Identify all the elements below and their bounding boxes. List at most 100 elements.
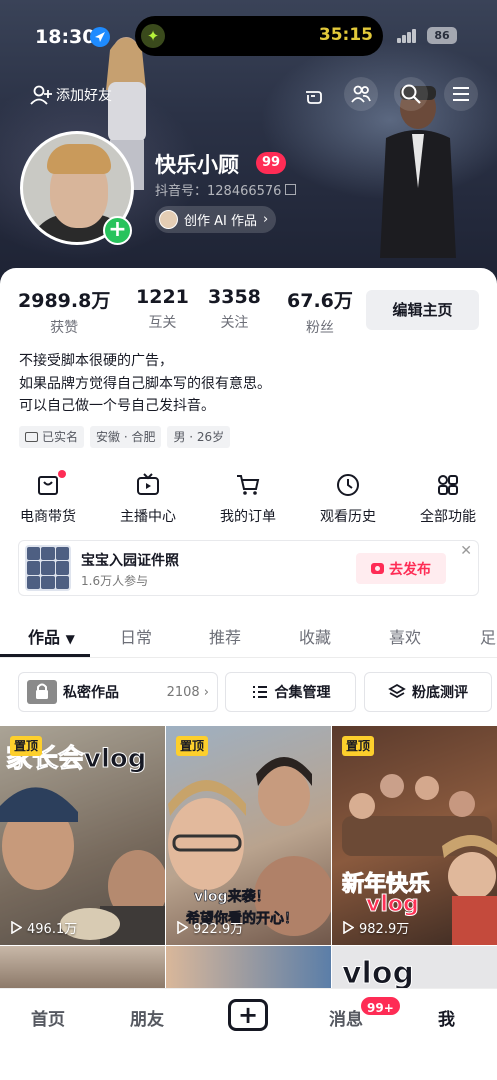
bio-line: 如果品牌方觉得自己脚本写的很有意思。 [19,375,271,392]
video-caption: vlog [342,956,415,989]
profile-card: 2989.8万 获赞 1221 互关 3358 关注 67.6万 粉丝 编辑主页… [0,268,497,988]
fan-review-label: 粉底测评 [412,685,468,701]
pinned-badge: 置顶 [342,736,375,756]
func-label: 观看历史 [320,509,376,525]
tag-verified[interactable]: 已实名 [19,426,85,448]
stat-value: 67.6万 [287,290,353,312]
close-icon[interactable]: ✕ [460,543,472,559]
profile-cover[interactable]: 18:30 ✦ 35:15 86 添加好友 + 快乐小顾 99 抖音号：1284… [0,0,497,290]
dynamic-island[interactable]: ✦ 35:15 [135,16,383,56]
stat-likes[interactable]: 2989.8万 获赞 [18,286,110,337]
search-icon [401,84,421,104]
camera-icon [371,563,384,574]
tab-recommended[interactable]: 推荐 [209,624,241,648]
battery-icon: 86 [427,27,457,44]
nav-friends[interactable]: 朋友 [130,1005,164,1030]
stat-label: 获赞 [50,320,79,336]
collections-row: 私密作品 2108 › 合集管理 粉底测评 [0,672,497,712]
bio-line: 可以自己做一个号自己发抖音。 [19,398,215,414]
func-label: 主播中心 [120,509,176,525]
private-works-count: 2108 › [166,684,209,700]
play-count: 982.9万 [342,918,409,937]
func-history[interactable]: 观看历史 [308,470,388,526]
add-friend-button[interactable]: 添加好友 [30,81,112,109]
tv-play-icon [137,473,159,495]
cart-icon [237,475,260,495]
douyin-id-text: 抖音号：128466576 [155,184,282,199]
func-label: 我的订单 [220,509,276,525]
stat-following[interactable]: 3358 关注 [208,286,261,332]
tab-likes[interactable]: 喜欢 [389,624,421,648]
func-all[interactable]: 全部功能 [408,470,488,526]
menu-button[interactable] [444,77,478,111]
running-icon: ✦ [141,24,165,48]
search-button[interactable] [394,77,428,111]
avatar-add-button[interactable]: + [103,216,132,245]
func-anchor-center[interactable]: 主播中心 [108,470,188,526]
douyin-id[interactable]: 抖音号：128466576 [155,180,297,199]
edit-profile-button[interactable]: 编辑主页 [366,290,479,330]
play-icon [343,921,354,934]
private-works-button[interactable]: 私密作品 2108 › [18,672,218,712]
stat-label: 粉丝 [305,320,334,336]
tab-favorites[interactable]: 收藏 [299,624,331,648]
collection-manage-button[interactable]: 合集管理 [225,672,356,712]
status-bar: 18:30 ✦ 35:15 86 [0,0,497,70]
tab-works[interactable]: 作品 ▼ [28,624,75,648]
func-label: 电商带货 [20,509,76,525]
video-thumb[interactable]: 新年快乐 vlog 置顶 982.9万 [332,726,497,945]
activity-timer: 35:15 [318,25,373,45]
bio: 不接受脚本很硬的广告， 如果品牌方觉得自己脚本写的很有意思。 可以自己做一个号自… [19,350,271,418]
video-thumb[interactable] [0,946,165,988]
ai-chip-label: 创作 AI 作品 [184,214,257,229]
list-icon [252,686,267,698]
banner-subtitle: 1.6万人参与 [81,574,149,588]
bottom-nav: 首页 朋友 + 消息 99+ 我 [0,988,497,1080]
stat-followers[interactable]: 67.6万 粉丝 [287,286,353,337]
tab-footprint[interactable]: 足 [480,624,496,648]
publish-button[interactable]: 去发布 [356,553,446,584]
stat-value: 2989.8万 [18,290,111,312]
layers-icon [388,683,406,699]
add-user-icon [30,85,52,105]
stat-mutual[interactable]: 1221 互关 [136,286,189,332]
shopping-bag-icon [38,476,58,495]
activity-banner[interactable]: 宝宝入园证件照 1.6万人参与 去发布 ✕ [18,540,479,596]
nav-me[interactable]: 我 [438,1005,455,1030]
video-caption: vlog来袭！ [194,889,270,906]
video-thumb[interactable] [166,946,331,988]
bio-line: 不接受脚本很硬的广告， [19,353,173,369]
video-thumb[interactable]: vlog [332,946,497,988]
create-button[interactable]: + [228,999,268,1031]
friends-button[interactable] [344,77,378,111]
pointing-hand-icon [306,91,322,104]
func-orders[interactable]: 我的订单 [208,470,288,526]
video-thumb[interactable]: 家长会vlog 置顶 496.1万 [0,726,165,945]
play-icon [177,921,188,934]
collection-manage-label: 合集管理 [274,685,331,701]
content-tabs: 作品 ▼ 日常 推荐 收藏 喜欢 足 [0,614,497,658]
nav-home[interactable]: 首页 [31,1005,65,1030]
signal-icon [397,29,417,43]
nav-messages[interactable]: 消息 [329,1005,363,1030]
add-friend-label: 添加好友 [56,88,112,104]
clock-icon [337,474,359,496]
grid-icon [438,475,458,495]
level-badge[interactable]: 99 [256,152,287,174]
stat-value: 3358 [208,286,261,308]
finger-point-button[interactable] [297,77,331,111]
tag-label: 男 · 26岁 [173,430,225,444]
stat-value: 1221 [136,286,189,308]
chevron-right-icon: › [263,212,269,227]
tag-location[interactable]: 安徽 · 合肥 [90,426,162,448]
ai-create-chip[interactable]: 创作 AI 作品 › [155,206,277,233]
tag-label: 安徽 · 合肥 [96,430,156,444]
tag-gender-age[interactable]: 男 · 26岁 [167,426,231,448]
plus-icon: + [237,1001,259,1029]
tab-label: 作品 [28,628,61,647]
video-thumb[interactable]: vlog来袭！ 希望你看的开心！ 置顶 922.9万 [166,726,331,945]
tab-daily[interactable]: 日常 [120,624,152,648]
mini-avatar [159,210,178,229]
fan-review-button[interactable]: 粉底测评 [364,672,492,712]
func-ecommerce[interactable]: 电商带货 [8,470,88,526]
